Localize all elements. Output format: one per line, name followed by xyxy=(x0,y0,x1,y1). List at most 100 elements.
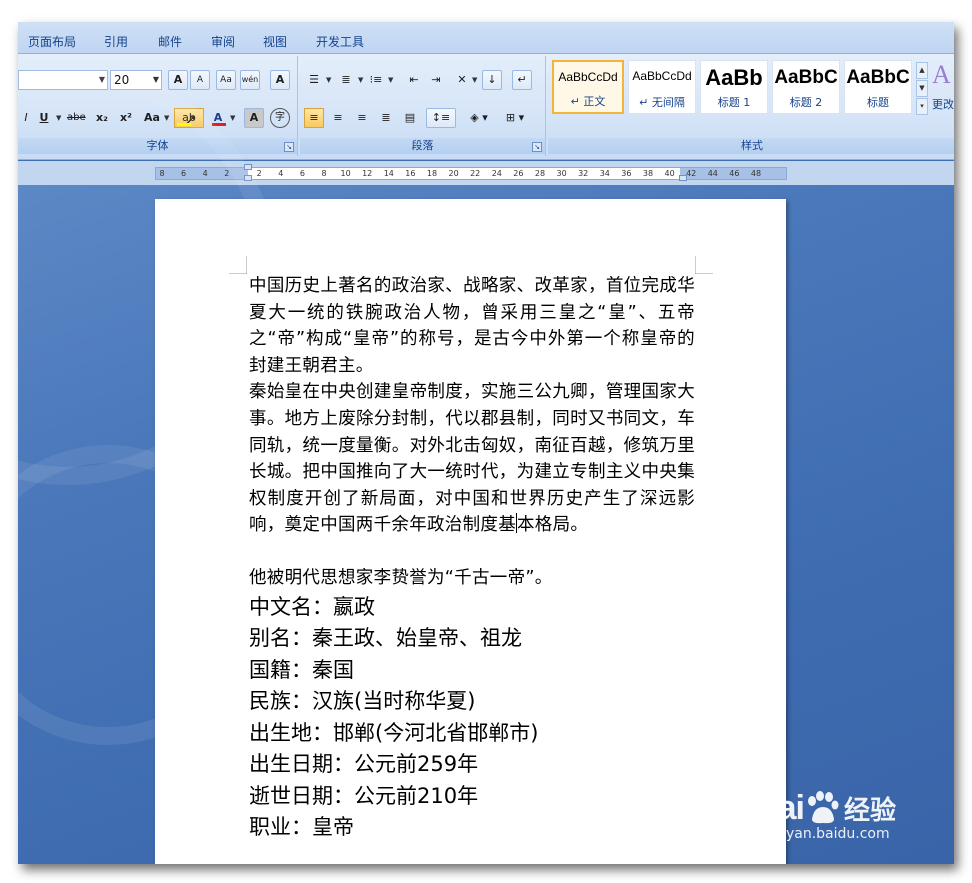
shrink-font-button[interactable]: A xyxy=(190,70,210,90)
ruler-tick-label: 8 xyxy=(321,169,327,178)
paragraph-mark-icon: ↵ xyxy=(517,73,527,86)
ruler-tick-label: 16 xyxy=(405,169,416,178)
change-styles-label[interactable]: 更改 xyxy=(932,96,954,112)
paragraph-quote: 他被明代思想家李贽誉为“千古一帝”。 xyxy=(249,567,553,588)
style-name: 标题 xyxy=(867,96,889,109)
document-body[interactable]: 中国历史上著名的政治家、战略家、改革家，首位完成华夏大一统的铁腕政治人物，曾采用… xyxy=(249,273,695,844)
scroll-down-icon[interactable]: ▼ xyxy=(916,80,928,97)
document-page[interactable]: 中国历史上著名的政治家、战略家、改革家，首位完成华夏大一统的铁腕政治人物，曾采用… xyxy=(155,199,786,864)
decrease-indent-icon: ⇤ xyxy=(409,73,419,86)
chevron-down-icon[interactable]: ▼ xyxy=(388,76,393,84)
style-heading-2[interactable]: AaBbC 标题 2 xyxy=(772,60,840,114)
tab-review[interactable]: 审阅 xyxy=(211,33,235,50)
enclose-characters-icon: 字 xyxy=(275,112,285,123)
ruler-tick-label: 48 xyxy=(750,169,762,178)
numbering-button[interactable]: ≣ xyxy=(336,70,356,90)
watermark-logo-text: Bai xyxy=(754,789,805,827)
justify-icon: ≣ xyxy=(381,111,391,124)
style-sample: AaBbC xyxy=(846,67,910,88)
ruler-tick-label: 44 xyxy=(707,169,718,178)
character-border-icon: A xyxy=(275,73,285,86)
ruler-tick-label: 32 xyxy=(578,169,589,178)
ruler-tick-label: 18 xyxy=(426,169,438,178)
tab-references[interactable]: 引用 xyxy=(104,33,128,50)
info-line-ethnicity: 民族：汉族(当时称华夏) xyxy=(249,689,476,714)
ruler-tick-label: 22 xyxy=(470,169,481,178)
paragraph-intro: 中国历史上著名的政治家、战略家、改革家，首位完成华夏大一统的铁腕政治人物，曾采用… xyxy=(249,276,695,376)
ruler-tick-label: 20 xyxy=(448,169,459,178)
numbered-list-icon: ≣ xyxy=(341,73,351,86)
clear-format-button[interactable]: Aa xyxy=(216,70,236,90)
style-sample: AaBbCcDd xyxy=(632,69,692,83)
chinese-layout-button[interactable]: ✕ xyxy=(452,70,472,90)
bullets-button[interactable]: ☰ xyxy=(304,70,324,90)
align-left-button[interactable]: ≡ xyxy=(304,108,324,128)
align-left-icon: ≡ xyxy=(309,111,319,124)
grow-font-button[interactable]: A xyxy=(168,70,188,90)
style-no-spacing[interactable]: AaBbCcDd ↵ 无间隔 xyxy=(628,60,696,114)
align-right-button[interactable]: ≡ xyxy=(352,108,372,128)
tab-developer[interactable]: 开发工具 xyxy=(316,33,364,50)
character-shading-icon: A xyxy=(249,111,259,124)
distributed-button[interactable]: ▤ xyxy=(400,108,420,128)
justify-button[interactable]: ≣ xyxy=(376,108,396,128)
ruler-tick-label: 14 xyxy=(383,169,394,178)
chevron-down-icon[interactable]: ▼ xyxy=(230,114,235,122)
style-title[interactable]: AaBbC 标题 xyxy=(844,60,912,114)
show-marks-button[interactable]: ↵ xyxy=(512,70,532,90)
shading-button[interactable]: ◈ ▾ xyxy=(464,108,494,128)
align-center-icon: ≡ xyxy=(333,111,343,124)
info-line-death-date: 逝世日期：公元前210年 xyxy=(249,783,479,808)
chevron-down-icon[interactable]: ▼ xyxy=(326,76,331,84)
decrease-indent-button[interactable]: ⇤ xyxy=(404,70,424,90)
ruler-tick-label: 34 xyxy=(599,169,610,178)
ruler-tick-label: 4 xyxy=(278,169,284,178)
ruler-tick-label: 42 xyxy=(686,169,697,178)
style-gallery-scroll[interactable]: ▲ ▼ ▾ xyxy=(916,62,928,116)
multilevel-list-button[interactable]: ⁝≡ xyxy=(366,70,386,90)
ruler-tick-label: 10 xyxy=(340,169,351,178)
watermark-brand-text: 经验 xyxy=(843,796,896,826)
scroll-up-icon[interactable]: ▲ xyxy=(916,62,928,79)
shrink-font-icon: A xyxy=(196,75,204,85)
tab-view[interactable]: 视图 xyxy=(263,33,287,50)
change-styles-icon[interactable]: A xyxy=(932,60,951,90)
paint-bucket-icon: ◈ ▾ xyxy=(470,111,488,124)
style-normal[interactable]: AaBbCcDd ↵ 正文 xyxy=(552,60,624,114)
ruler-tick-label: 36 xyxy=(621,169,632,178)
paragraph-group: ☰ ▼ ≣ ▼ ⁝≡ ▼ ⇤ ⇥ ✕ ▼ ↓ ↵ ≡ ≡ ≡ ≣ ▤ ↕≡ ◈ … xyxy=(300,56,546,156)
sort-button[interactable]: ↓ xyxy=(482,70,502,90)
character-shading-button[interactable]: A xyxy=(244,108,264,128)
style-heading-1[interactable]: AaBb 标题 1 xyxy=(700,60,768,114)
style-sample: AaBbC xyxy=(774,67,838,88)
ribbon-tab-bar: 页面布局 引用 邮件 审阅 视图 开发工具 xyxy=(18,22,954,54)
bullet-list-icon: ☰ xyxy=(309,73,319,86)
chevron-down-icon[interactable]: ▼ xyxy=(472,76,477,84)
info-line-chinese-name: 中文名：嬴政 xyxy=(249,594,375,619)
paragraph-text: 秦始皇在中央创建皇帝制度，实施三公九卿，管理国家大事。地方上废除分封制，代以郡县… xyxy=(249,382,695,536)
right-indent-marker[interactable] xyxy=(679,175,687,181)
line-spacing-button[interactable]: ↕≡ xyxy=(426,108,456,128)
tab-mailings[interactable]: 邮件 xyxy=(158,33,182,50)
info-line-nationality: 国籍：秦国 xyxy=(249,657,354,682)
borders-button[interactable]: ⊞ ▾ xyxy=(500,108,530,128)
enclose-characters-button[interactable]: 字 xyxy=(270,108,290,128)
increase-indent-button[interactable]: ⇥ xyxy=(426,70,446,90)
more-styles-icon[interactable]: ▾ xyxy=(916,98,928,115)
chevron-down-icon[interactable]: ▼ xyxy=(358,76,363,84)
ruler-tick-label: 28 xyxy=(534,169,546,178)
tab-page-layout[interactable]: 页面布局 xyxy=(28,33,76,50)
ruler-tick-label: 24 xyxy=(491,169,502,178)
watermark-url: jingyan.baidu.com xyxy=(760,826,890,842)
align-right-icon: ≡ xyxy=(357,111,367,124)
baidu-paw-icon xyxy=(807,791,839,824)
chinese-layout-icon: ✕ xyxy=(457,73,467,86)
character-border-button[interactable]: A xyxy=(270,70,290,90)
align-center-button[interactable]: ≡ xyxy=(328,108,348,128)
font-dialog-launcher-icon[interactable]: ↘ xyxy=(284,142,294,152)
empty-paragraph xyxy=(249,539,695,565)
phonetic-guide-button[interactable]: wén xyxy=(240,70,260,90)
ruler-tick-label: 30 xyxy=(556,169,567,178)
paragraph-dialog-launcher-icon[interactable]: ↘ xyxy=(532,142,542,152)
ruler-tick-label: 38 xyxy=(642,169,654,178)
